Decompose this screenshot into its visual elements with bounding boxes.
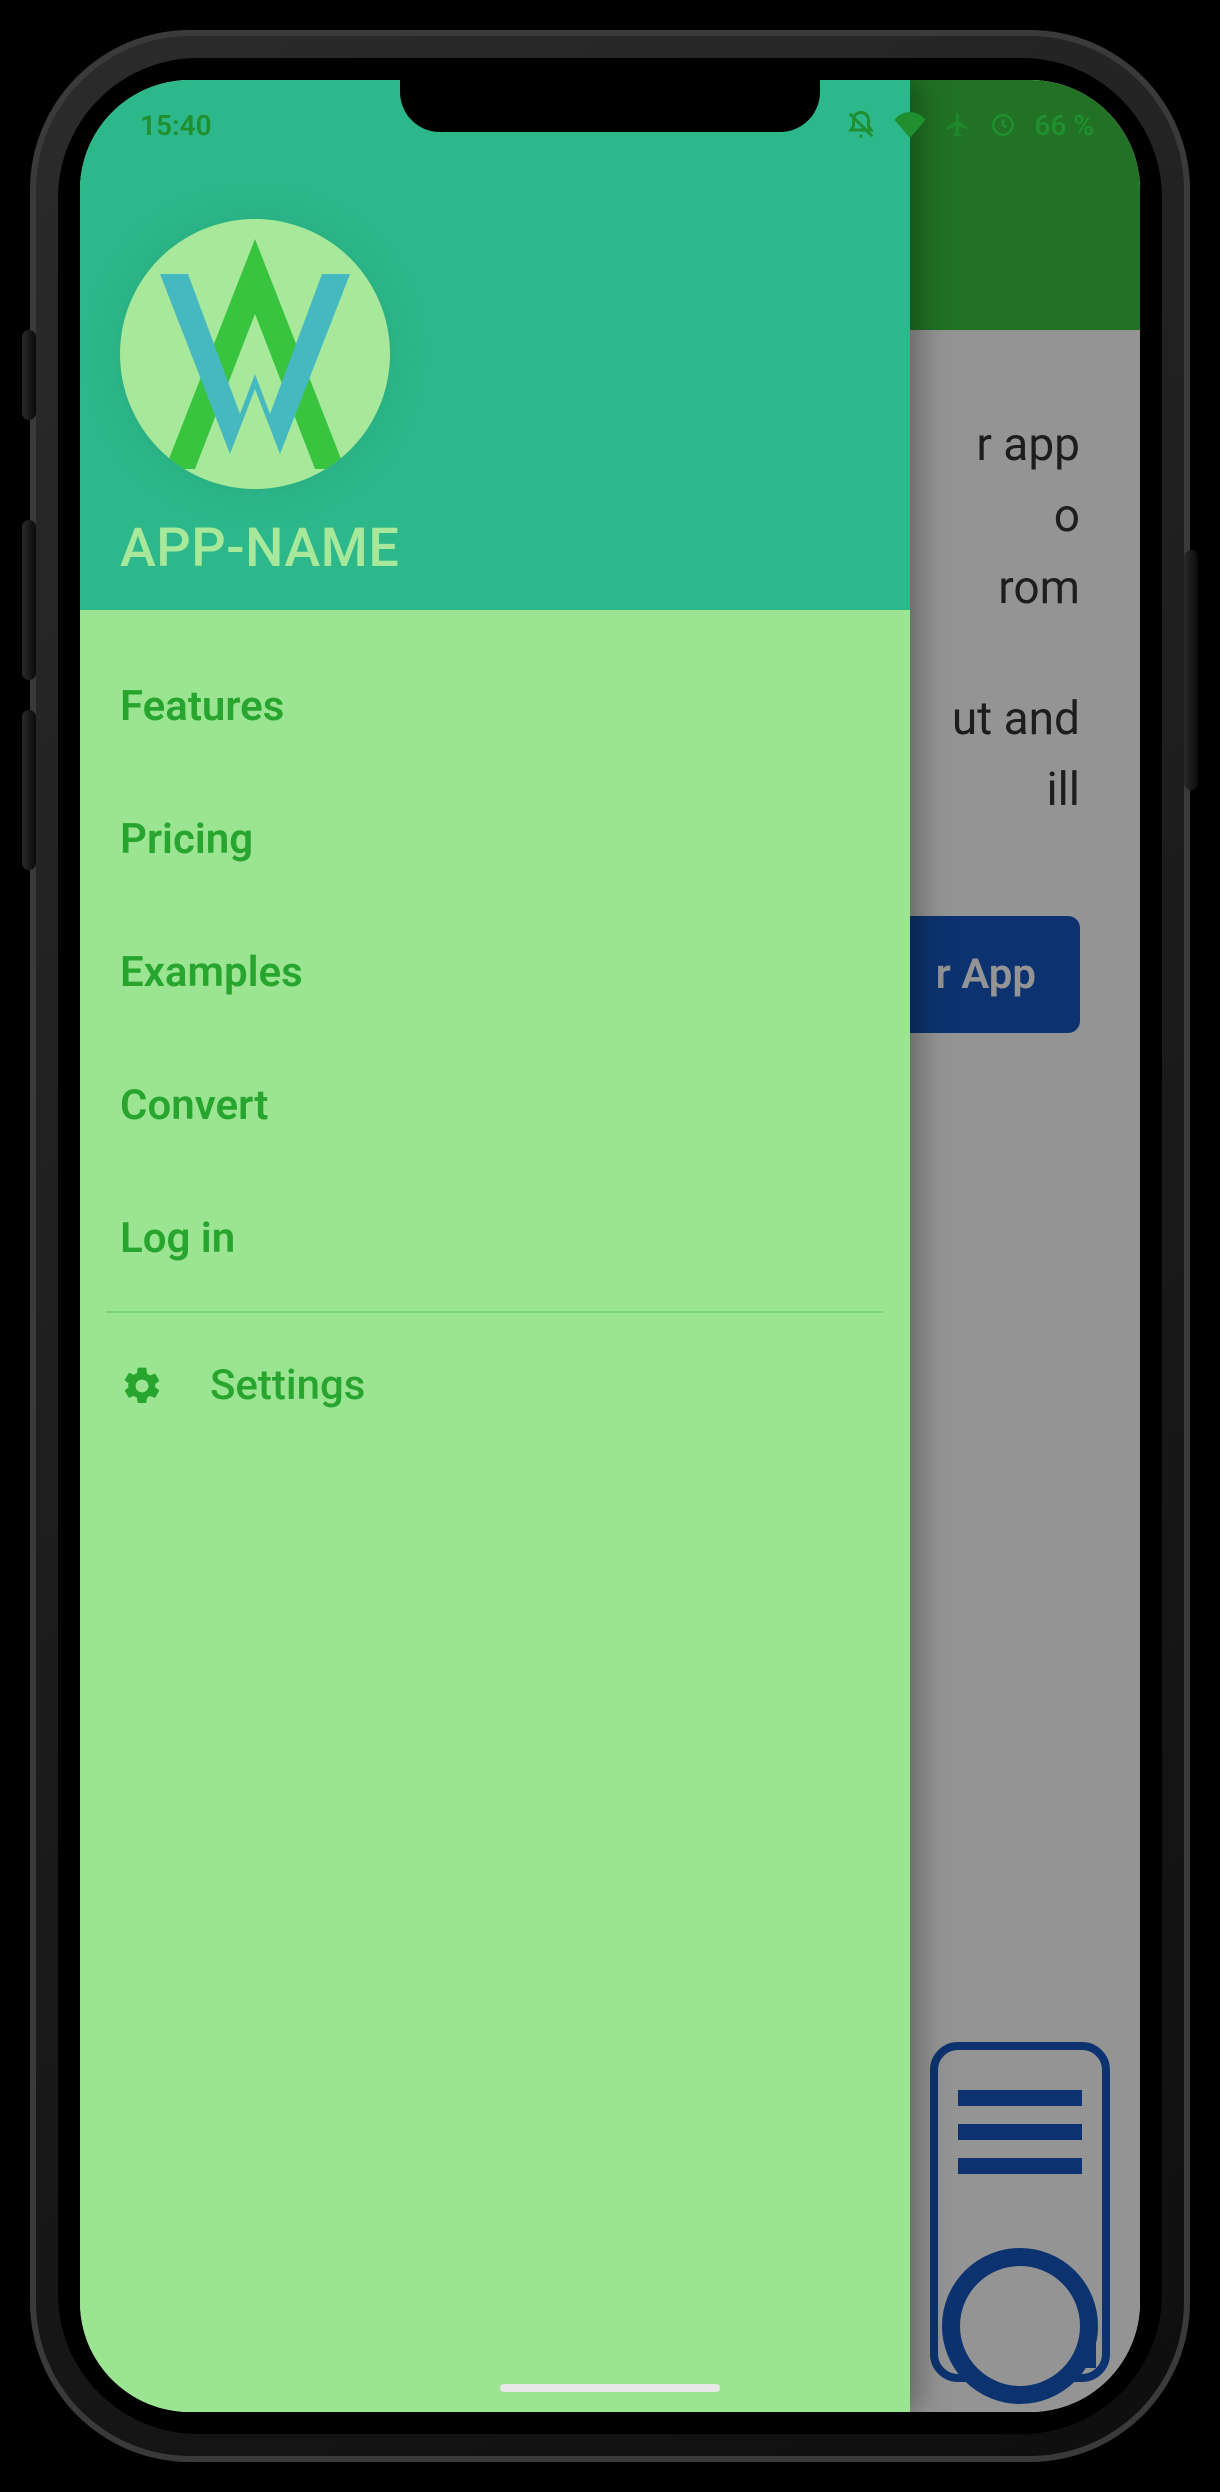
phone-device-frame: r app o rom ut and ill r App xyxy=(30,30,1190,2462)
side-button xyxy=(1184,550,1198,790)
side-button xyxy=(22,520,36,680)
app-name-label: APP-NAME xyxy=(120,517,870,580)
nav-item-pricing[interactable]: Pricing xyxy=(80,773,910,906)
notifications-off-icon xyxy=(846,110,876,140)
nav-item-features[interactable]: Features xyxy=(80,640,910,773)
battery-saver-icon xyxy=(990,112,1016,138)
battery-percent: 66 % xyxy=(1034,109,1094,142)
app-logo xyxy=(120,219,390,489)
nav-item-examples[interactable]: Examples xyxy=(80,906,910,1039)
gear-icon xyxy=(120,1364,164,1408)
nav-item-convert[interactable]: Convert xyxy=(80,1039,910,1172)
status-time: 15:40 xyxy=(140,109,212,142)
side-button xyxy=(22,330,36,420)
phone-screen: r app o rom ut and ill r App xyxy=(80,80,1140,2412)
settings-label: Settings xyxy=(210,1361,365,1410)
side-button xyxy=(22,710,36,870)
nav-item-login[interactable]: Log in xyxy=(80,1172,910,1305)
drawer-divider xyxy=(106,1311,884,1313)
wifi-icon xyxy=(894,112,926,138)
navigation-drawer: APP-NAME Features Pricing Examples Conve… xyxy=(80,80,910,2412)
home-indicator[interactable] xyxy=(500,2384,720,2392)
drawer-menu: Features Pricing Examples Convert Log in xyxy=(80,610,910,1482)
nav-item-settings[interactable]: Settings xyxy=(80,1319,910,1452)
airplane-mode-icon xyxy=(944,111,972,139)
device-notch xyxy=(400,80,820,132)
